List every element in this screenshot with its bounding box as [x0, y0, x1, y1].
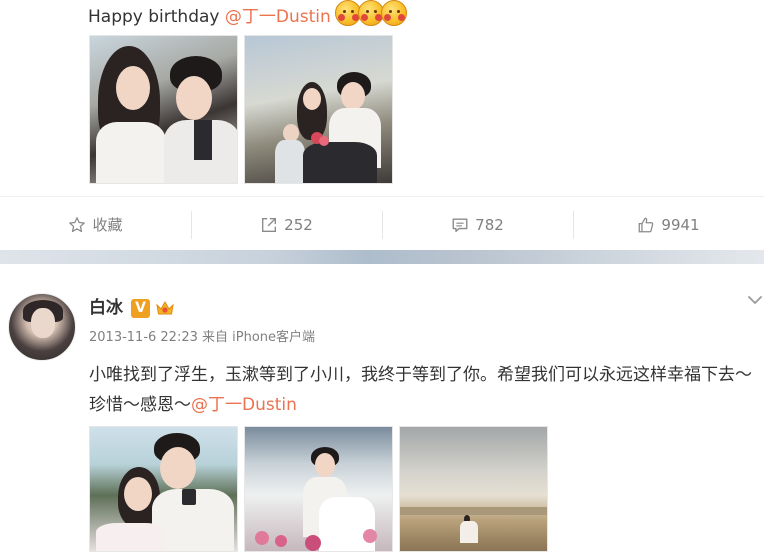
couple-selfie-photo[interactable]	[89, 35, 238, 184]
photo-figure	[275, 140, 305, 183]
wedding-landscape-photo[interactable]	[399, 426, 548, 552]
favorite-label: 收藏	[92, 216, 123, 234]
wedding-photo-2[interactable]	[244, 426, 393, 552]
photo-figure	[363, 529, 377, 543]
timestamp-link[interactable]: 2013-11-6 22:23	[89, 330, 198, 345]
repost-button[interactable]: 252	[191, 209, 382, 241]
photo-figure	[96, 523, 166, 551]
photo-figure	[182, 489, 196, 505]
comment-button[interactable]: 782	[382, 209, 573, 241]
avatar[interactable]	[8, 293, 76, 361]
photo-figure	[116, 66, 150, 110]
post-text: 小唯找到了浮生，玉漱等到了小川，我终于等到了你。希望我们可以永远这样幸福下去～珍…	[89, 360, 759, 420]
mention-link[interactable]: @丁一Dustin	[225, 7, 331, 27]
post-action-bar: 收藏 252 782 9941	[0, 196, 764, 252]
photo-figure	[460, 521, 478, 543]
source-link[interactable]: iPhone客户端	[232, 330, 315, 345]
post-text: Happy birthday @丁一Dustin	[88, 0, 408, 29]
verified-badge-icon[interactable]: V	[131, 299, 150, 318]
family-photo[interactable]	[244, 35, 393, 184]
mention-link[interactable]: @丁一Dustin	[191, 395, 297, 415]
post-body: 小唯找到了浮生，玉漱等到了小川，我终于等到了你。希望我们可以永远这样幸福下去～珍…	[89, 365, 752, 415]
author-name[interactable]: 白冰	[89, 296, 123, 320]
photo-figure	[303, 142, 377, 183]
photo-figure	[319, 497, 375, 551]
wedding-photo-1[interactable]	[89, 426, 238, 552]
feed-divider	[0, 250, 764, 264]
photo-figure	[255, 531, 269, 545]
photo-figure	[124, 477, 152, 511]
like-count: 9941	[661, 215, 700, 234]
star-icon	[69, 216, 86, 232]
photo-figure	[303, 88, 321, 110]
photo-figure	[194, 120, 212, 160]
photo-figure	[160, 447, 196, 489]
comment-icon	[452, 217, 468, 232]
photo-figure	[176, 76, 212, 120]
source-prefix: 来自	[202, 330, 233, 345]
post-text-prefix: Happy birthday	[88, 7, 225, 27]
photo-figure	[315, 453, 335, 477]
avatar-face	[31, 308, 55, 338]
photo-figure	[400, 507, 547, 515]
share-icon	[262, 217, 277, 232]
photo-figure	[319, 136, 329, 146]
kiss-emoji-icon	[381, 0, 408, 26]
weibo-post-1: Happy birthday @丁一Dustin 收藏 252 782 9941	[0, 0, 764, 252]
weibo-post-2: 白冰 V 2013-11-6 22:23 来自 iPhone客户端 小唯找到了浮…	[0, 264, 764, 552]
vip-crown-icon[interactable]	[154, 299, 176, 318]
comment-count: 782	[475, 215, 504, 234]
photo-figure	[275, 535, 287, 547]
chevron-down-icon[interactable]	[746, 291, 764, 309]
like-button[interactable]: 9941	[573, 209, 764, 241]
photo-figure	[96, 122, 166, 183]
emoji-row	[335, 0, 408, 26]
photo-figure	[305, 535, 321, 551]
photo-figure	[341, 82, 365, 110]
post-meta: 2013-11-6 22:23 来自 iPhone客户端	[89, 328, 315, 348]
favorite-button[interactable]: 收藏	[0, 209, 191, 241]
thumbs-up-icon	[639, 217, 654, 232]
repost-count: 252	[284, 215, 313, 234]
